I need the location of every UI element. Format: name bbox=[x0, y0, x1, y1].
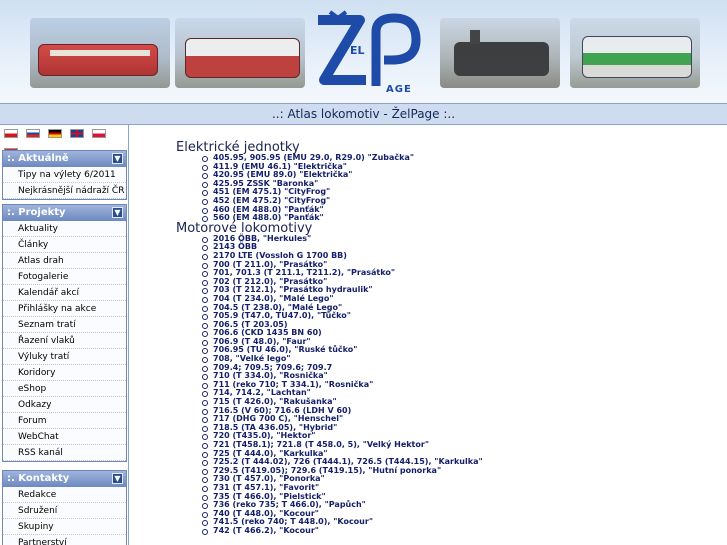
sidebar-item-fotogalerie[interactable]: Fotogalerie bbox=[3, 269, 126, 285]
german-flag-icon[interactable] bbox=[48, 129, 63, 138]
sidebar-item-redakce[interactable]: Redakce bbox=[3, 487, 126, 503]
sidebar-box-header[interactable]: :. Kontakty ▼ bbox=[3, 471, 126, 487]
sidebar-item-eshop[interactable]: eShop bbox=[3, 381, 126, 397]
sidebar-item-partnerstvi[interactable]: Partnerství bbox=[3, 535, 126, 545]
sidebar-item-vyluky[interactable]: Výluky tratí bbox=[3, 349, 126, 365]
uk-flag-icon[interactable] bbox=[70, 129, 85, 138]
language-flags bbox=[4, 129, 128, 157]
sidebar-box-aktualne: :. Aktuálně ▼ Tipy na výlety 6/2011 Nejk… bbox=[2, 150, 127, 200]
svg-text:AGE: AGE bbox=[386, 84, 412, 95]
sidebar-item-nadrazi[interactable]: Nejkrásnější nádraží ČR bbox=[3, 183, 126, 199]
czech-flag-icon[interactable] bbox=[4, 129, 18, 138]
banner-photo-green-train bbox=[570, 18, 700, 88]
sidebar-item-rss[interactable]: RSS kanál bbox=[3, 445, 126, 461]
sidebar-box-title: :. Kontakty bbox=[7, 473, 70, 484]
zelpage-logo-icon: EL AGE bbox=[318, 10, 421, 95]
banner-photo-diesel bbox=[175, 18, 305, 88]
sidebar-item-skupiny[interactable]: Skupiny bbox=[3, 519, 126, 535]
header-banner: EL AGE bbox=[0, 0, 727, 103]
section-motorove-lokomotivy: Motorové lokomotivy 2016 ÖBB, "Herkules"… bbox=[130, 220, 727, 536]
sidebar-box-title: :. Aktuálně bbox=[7, 153, 69, 164]
sidebar-box-header[interactable]: :. Aktuálně ▼ bbox=[3, 151, 126, 167]
sidebar-item-prihlasky[interactable]: Přihlášky na akce bbox=[3, 301, 126, 317]
sidebar-item-razeni[interactable]: Řazení vlaků bbox=[3, 333, 126, 349]
sidebar-item-kalendar[interactable]: Kalendář akcí bbox=[3, 285, 126, 301]
sidebar-box-kontakty: :. Kontakty ▼ Redakce Sdružení Skupiny P… bbox=[2, 470, 127, 545]
sidebar-item-odkazy[interactable]: Odkazy bbox=[3, 397, 126, 413]
loco-list: 405.95, 905.95 (EMU 29.0, R29.0) "Zubačk… bbox=[130, 153, 727, 223]
sidebar-item-atlas-drah[interactable]: Atlas drah bbox=[3, 253, 126, 269]
sidebar-item-sdruzeni[interactable]: Sdružení bbox=[3, 503, 126, 519]
svg-text:EL: EL bbox=[350, 44, 365, 57]
section-title: Motorové lokomotivy bbox=[176, 220, 313, 236]
polish-flag-icon[interactable] bbox=[92, 129, 107, 138]
sidebar: :. Aktuálně ▼ Tipy na výlety 6/2011 Nejk… bbox=[0, 125, 129, 545]
sidebar-box-projekty: :. Projekty ▼ Aktuality Články Atlas dra… bbox=[2, 204, 127, 462]
sidebar-item-clanky[interactable]: Články bbox=[3, 237, 126, 253]
banner-photo-red-train bbox=[30, 18, 170, 88]
sidebar-box-header[interactable]: :. Projekty ▼ bbox=[3, 205, 126, 221]
sidebar-item-aktuality[interactable]: Aktuality bbox=[3, 221, 126, 237]
main-content: Elektrické jednotky 405.95, 905.95 (EMU … bbox=[130, 125, 727, 545]
section-elektricke-jednotky: Elektrické jednotky 405.95, 905.95 (EMU … bbox=[130, 141, 727, 223]
loco-list: 2016 ÖBB, "Herkules" 2143 ÖBB 2170 LTE (Vo… bbox=[130, 234, 727, 536]
page-title: ..: Atlas lokomotiv - ŽelPage :.. bbox=[0, 103, 727, 125]
list-item[interactable]: 742 (T 466.2), "Kocour" bbox=[130, 526, 727, 536]
sidebar-item-koridory[interactable]: Koridory bbox=[3, 365, 126, 381]
slovak-flag-icon[interactable] bbox=[26, 129, 41, 138]
banner-photo-steam bbox=[440, 18, 560, 88]
sidebar-box-title: :. Projekty bbox=[7, 207, 66, 218]
sidebar-item-tipy[interactable]: Tipy na výlety 6/2011 bbox=[3, 167, 126, 183]
sidebar-item-seznam-trati[interactable]: Seznam tratí bbox=[3, 317, 126, 333]
collapse-toggle-icon[interactable]: ▼ bbox=[112, 207, 123, 218]
sidebar-item-webchat[interactable]: WebChat bbox=[3, 429, 126, 445]
collapse-toggle-icon[interactable]: ▼ bbox=[112, 473, 123, 484]
sidebar-item-forum[interactable]: Forum bbox=[3, 413, 126, 429]
collapse-toggle-icon[interactable]: ▼ bbox=[112, 153, 123, 164]
